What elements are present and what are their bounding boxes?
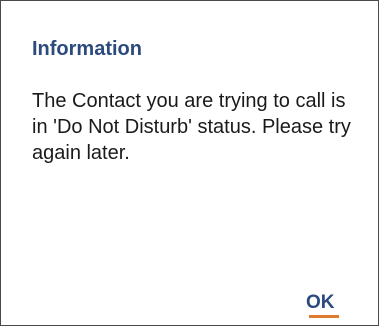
ok-button[interactable]: OK (306, 292, 335, 314)
ok-button-underline (309, 315, 339, 318)
information-dialog: Information The Contact you are trying t… (0, 0, 379, 326)
dialog-message: The Contact you are trying to call is in… (32, 90, 351, 164)
dialog-title: Information (32, 38, 142, 60)
